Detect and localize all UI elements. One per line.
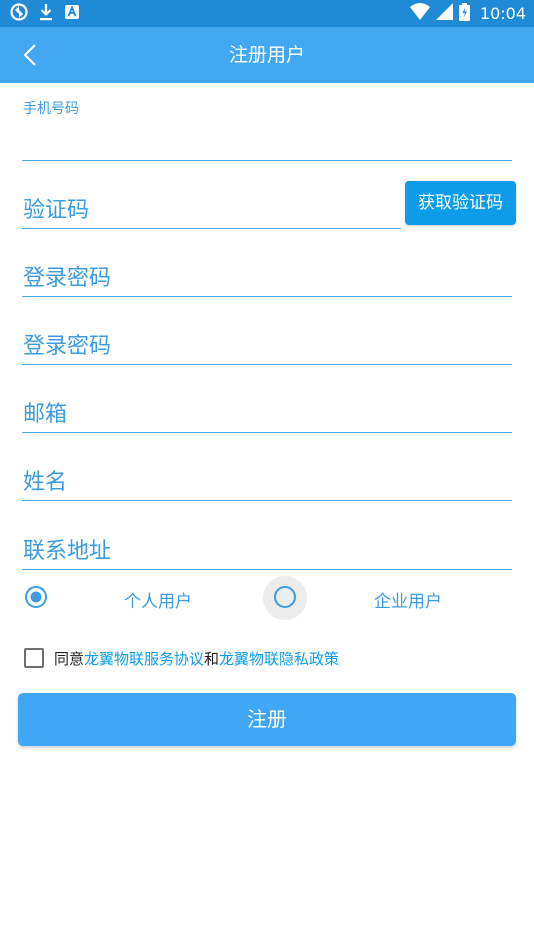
verification-code-placeholder: 验证码: [23, 198, 90, 223]
enterprise-user-radio[interactable]: [273, 585, 297, 609]
signal-icon: [435, 3, 453, 24]
get-code-button[interactable]: 获取验证码: [405, 181, 516, 225]
password-placeholder: 登录密码: [23, 266, 112, 291]
personal-user-label[interactable]: 个人用户: [124, 587, 192, 612]
battery-icon: [458, 2, 470, 25]
agreement-text: 同意龙翼物联服务协议和龙翼物联隐私政策: [54, 648, 339, 669]
name-placeholder: 姓名: [23, 470, 68, 495]
status-time: 10:04: [479, 4, 526, 23]
sync-icon: [10, 2, 28, 25]
agreement-conjunction: 和: [204, 649, 220, 668]
agreement-row: 同意龙翼物联服务协议和龙翼物联隐私政策: [24, 646, 339, 670]
app-bar: 注册用户: [0, 27, 534, 83]
phone-field[interactable]: 手机号码: [22, 98, 512, 161]
email-placeholder: 邮箱: [23, 402, 68, 427]
service-agreement-link[interactable]: 龙翼物联服务协议: [84, 650, 204, 668]
user-type-group: 个人用户 企业用户: [0, 573, 534, 621]
verification-code-field[interactable]: 验证码: [22, 188, 401, 229]
register-button[interactable]: 注册: [18, 693, 516, 746]
wifi-icon: [409, 3, 430, 24]
page-title: 注册用户: [228, 44, 305, 66]
confirm-password-placeholder: 登录密码: [23, 334, 112, 359]
phone-label: 手机号码: [23, 101, 79, 117]
personal-user-radio[interactable]: [24, 585, 48, 609]
app-notification-icon: [64, 4, 80, 24]
address-placeholder: 联系地址: [23, 539, 112, 564]
name-field[interactable]: 姓名: [22, 460, 512, 501]
password-field[interactable]: 登录密码: [22, 256, 512, 297]
status-bar: 10:04: [0, 0, 534, 27]
download-icon: [38, 3, 54, 25]
enterprise-user-label[interactable]: 企业用户: [374, 587, 442, 612]
confirm-password-field[interactable]: 登录密码: [22, 324, 512, 365]
agreement-prefix: 同意: [54, 649, 85, 668]
privacy-policy-link[interactable]: 龙翼物联隐私政策: [219, 650, 339, 668]
agreement-checkbox[interactable]: [24, 648, 44, 668]
email-field[interactable]: 邮箱: [22, 392, 512, 433]
address-field[interactable]: 联系地址: [22, 528, 512, 570]
